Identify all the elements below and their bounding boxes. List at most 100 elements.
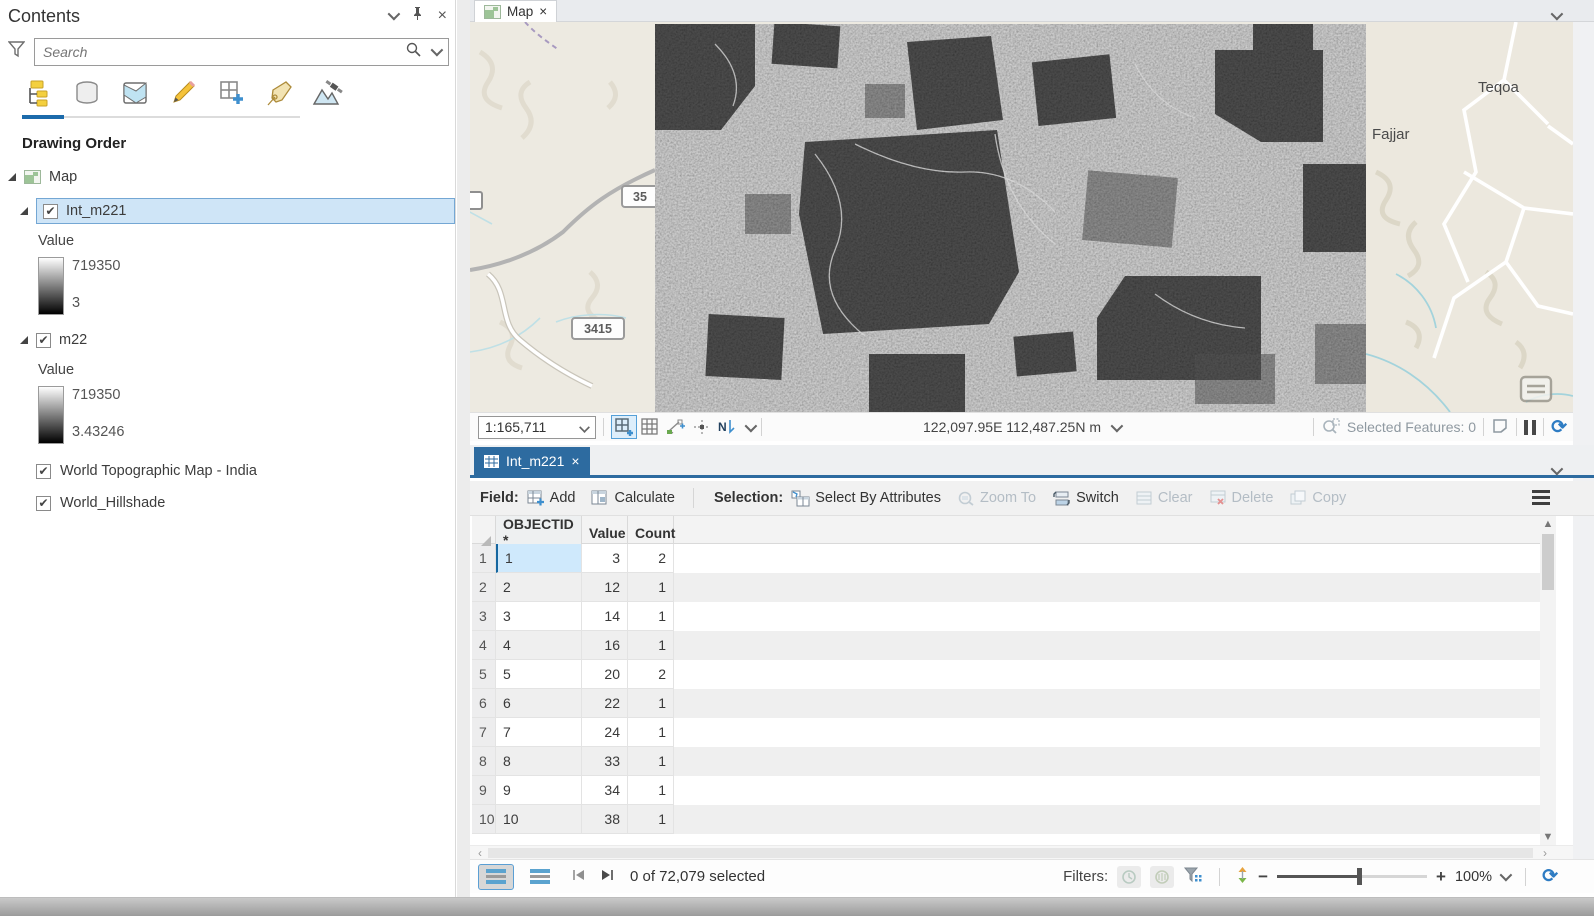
layer-checkbox[interactable]: ✔ [36,495,51,511]
table-menu-icon[interactable] [1532,490,1550,505]
close-table-icon[interactable]: × [571,454,579,468]
objectid-cell[interactable]: 4 [496,631,582,660]
north-arrow-icon[interactable]: N [715,415,741,439]
count-cell[interactable]: 1 [628,631,674,660]
pane-divider[interactable] [457,0,470,897]
value-cell[interactable]: 38 [582,805,628,834]
table-row[interactable]: 6 6 22 1 [472,689,1540,718]
tab-list-by-labeling[interactable] [214,76,248,110]
last-record-icon[interactable] [600,868,614,885]
row-number[interactable]: 6 [472,689,496,718]
calculate-field-button[interactable]: Calculate [591,490,675,506]
pane-options-chevron-icon[interactable] [387,7,400,25]
expander-icon[interactable] [20,207,28,215]
close-tab-icon[interactable]: × [539,5,547,19]
overview-widget-icon[interactable] [1519,375,1553,403]
tab-list-by-snapping[interactable] [118,76,152,110]
value-cell[interactable]: 24 [582,718,628,747]
objectid-cell[interactable]: 9 [496,776,582,805]
objectid-cell[interactable]: 8 [496,747,582,776]
tab-int-m221[interactable]: Int_m221 × [474,447,590,475]
tab-list-by-data-source[interactable] [70,76,104,110]
value-cell[interactable]: 12 [582,573,628,602]
zoom-in-icon[interactable]: + [1436,867,1446,887]
scroll-left-icon[interactable]: ‹ [472,846,488,860]
count-cell[interactable]: 1 [628,805,674,834]
layer-name[interactable]: m22 [59,332,87,348]
layer-node-world-hillshade[interactable]: ✔ World_Hillshade [0,490,455,516]
count-cell[interactable]: 1 [628,776,674,805]
expander-icon[interactable] [20,336,28,344]
table-view-button[interactable] [478,863,514,890]
scroll-down-icon[interactable]: ▼ [1540,829,1556,845]
select-tool-icon[interactable] [1491,417,1509,438]
sort-icon[interactable] [1236,866,1249,888]
slider-thumb[interactable] [1357,868,1363,885]
layer-name[interactable]: Int_m221 [66,203,126,219]
objectid-cell[interactable]: 3 [496,602,582,631]
scale-select[interactable]: 1:165,711 [478,415,596,439]
map-canvas[interactable]: 35 3415 Teqoa Fajjar [470,22,1573,412]
tab-list-by-charts[interactable] [262,76,296,110]
tab-map[interactable]: Map × [474,0,558,22]
count-cell[interactable]: 2 [628,544,674,573]
coordinates-chevron-icon[interactable] [1110,419,1124,435]
layer-node-map[interactable]: Map [0,164,455,190]
refresh-table-icon[interactable]: ⟳ [1542,867,1558,886]
form-view-button[interactable] [522,864,558,890]
selected-layer-highlight[interactable]: ✔ Int_m221 [36,198,455,224]
count-cell[interactable]: 1 [628,689,674,718]
tab-list-by-perspective-imagery[interactable] [310,76,344,110]
north-options-chevron-icon[interactable] [744,419,758,435]
table-row[interactable]: 10 10 38 1 [472,805,1540,834]
tab-list-by-drawing-order[interactable] [22,76,56,110]
row-number[interactable]: 4 [472,631,496,660]
coordinates-readout[interactable]: 122,097.95E 112,487.25N m [923,419,1101,435]
objectid-cell[interactable]: 6 [496,689,582,718]
table-row[interactable]: 4 4 16 1 [472,631,1540,660]
objectid-cell[interactable]: 1 [496,544,582,573]
count-cell[interactable]: 1 [628,573,674,602]
count-cell[interactable]: 1 [628,602,674,631]
vertical-scrollbar[interactable]: ▲ ▼ [1540,516,1556,845]
pause-drawing-icon[interactable] [1524,419,1537,435]
select-all-corner[interactable] [472,516,496,550]
expander-icon[interactable] [8,173,16,181]
add-field-button[interactable]: Add [527,490,575,506]
layer-node-int-m221[interactable]: ✔ Int_m221 [0,198,455,224]
count-cell[interactable]: 2 [628,660,674,689]
row-number[interactable]: 9 [472,776,496,805]
filter-icon[interactable] [7,41,26,63]
layer-checkbox[interactable]: ✔ [36,463,51,479]
table-row[interactable]: 7 7 24 1 [472,718,1540,747]
value-cell[interactable]: 20 [582,660,628,689]
row-number[interactable]: 5 [472,660,496,689]
count-cell[interactable]: 1 [628,718,674,747]
first-record-icon[interactable] [572,868,586,885]
layer-name[interactable]: Map [49,169,77,185]
tab-list-by-editing[interactable] [166,76,200,110]
row-number[interactable]: 8 [472,747,496,776]
horizontal-scrollbar[interactable]: ‹ › [470,845,1573,860]
row-number[interactable]: 3 [472,602,496,631]
grid-tool-icon[interactable] [637,415,663,439]
objectid-cell[interactable]: 5 [496,660,582,689]
table-row[interactable]: 3 3 14 1 [472,602,1540,631]
table-row[interactable]: 1 1 3 2 [472,544,1540,573]
layer-name[interactable]: World Topographic Map - India [60,463,257,479]
value-cell[interactable]: 33 [582,747,628,776]
search-input[interactable] [35,44,406,60]
row-number[interactable]: 2 [472,573,496,602]
attribute-filter-icon[interactable] [1183,866,1203,888]
value-cell[interactable]: 3 [582,544,628,573]
grid-selected-tool-icon[interactable] [611,415,637,439]
table-row[interactable]: 8 8 33 1 [472,747,1540,776]
scroll-right-icon[interactable]: › [1537,846,1553,860]
value-cell[interactable]: 22 [582,689,628,718]
objectid-cell[interactable]: 2 [496,573,582,602]
value-cell[interactable]: 14 [582,602,628,631]
scrollbar-thumb[interactable] [1542,534,1554,590]
row-number[interactable]: 7 [472,718,496,747]
zoom-out-icon[interactable]: − [1258,867,1268,887]
objectid-cell[interactable]: 10 [496,805,582,834]
